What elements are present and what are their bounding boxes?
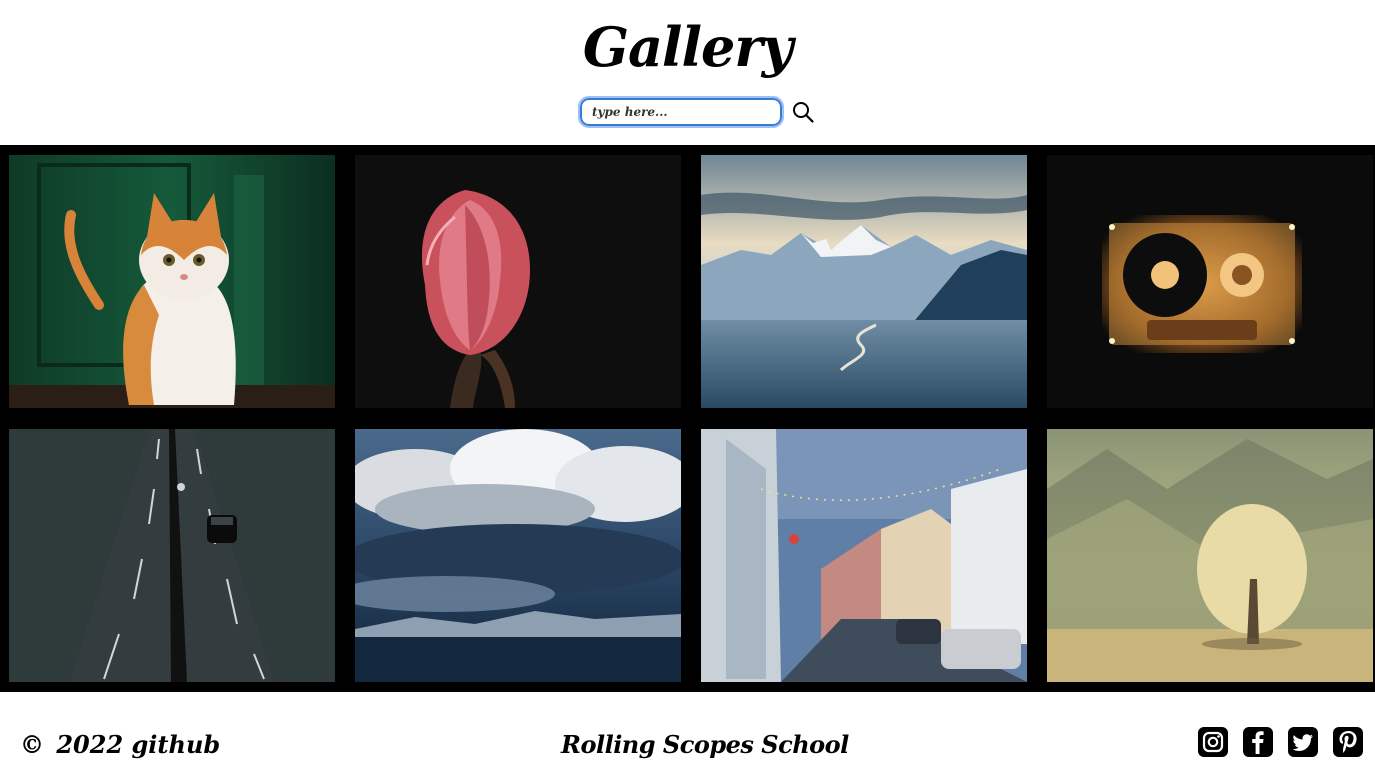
facebook-icon[interactable] xyxy=(1243,727,1273,757)
pinterest-icon[interactable] xyxy=(1333,727,1363,757)
copyright: © 2022 github xyxy=(20,730,220,759)
gallery-image-cat[interactable] xyxy=(9,155,335,408)
search-input[interactable] xyxy=(578,96,784,128)
footer: © 2022 github Rolling Scopes School xyxy=(0,692,1375,773)
gallery-image-road[interactable] xyxy=(9,429,335,682)
github-link[interactable]: github xyxy=(132,730,221,759)
gallery-image-mountains[interactable] xyxy=(701,155,1027,408)
gallery-image-clouds[interactable] xyxy=(355,429,681,682)
copyright-symbol: © xyxy=(20,730,44,759)
gallery-image-street[interactable] xyxy=(701,429,1027,682)
instagram-icon[interactable] xyxy=(1198,727,1228,757)
search-icon[interactable] xyxy=(792,101,814,123)
twitter-icon[interactable] xyxy=(1288,727,1318,757)
gallery-grid xyxy=(0,145,1375,692)
gallery-image-tulip[interactable] xyxy=(355,155,681,408)
gallery-image-cassette[interactable] xyxy=(1047,155,1373,408)
search-bar xyxy=(578,96,820,128)
copyright-year: 2022 xyxy=(56,730,124,759)
gallery-image-tree[interactable] xyxy=(1047,429,1373,682)
header: Gallery xyxy=(0,0,1375,145)
page-title: Gallery xyxy=(582,15,793,79)
school-name[interactable]: Rolling Scopes School xyxy=(561,730,849,759)
